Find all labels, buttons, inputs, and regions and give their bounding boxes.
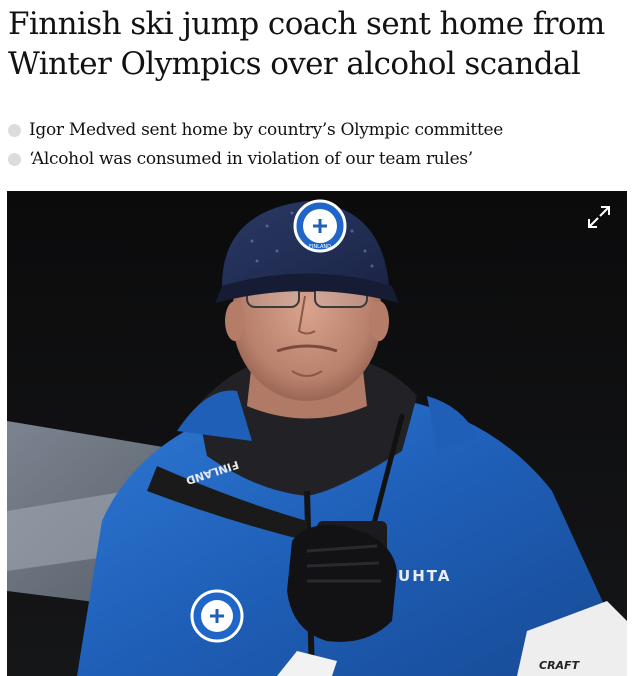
article-main-photo[interactable]: FINLAND FINLAND LUHTA CRAFT xyxy=(7,191,627,676)
photo-illustration: FINLAND FINLAND LUHTA CRAFT xyxy=(7,191,627,676)
standfirst-text: Igor Medved sent home by country’s Olymp… xyxy=(29,120,503,140)
article-headline: Finnish ski jump coach sent home from Wi… xyxy=(8,6,605,82)
standfirst-text: ‘Alcohol was consumed in violation of ou… xyxy=(29,149,473,169)
bullet-dot-icon xyxy=(8,124,21,137)
bullet-dot-icon xyxy=(8,153,21,166)
craft-logo-text: CRAFT xyxy=(539,659,581,672)
expand-arrows-icon[interactable] xyxy=(585,203,613,231)
standfirst-list: Igor Medved sent home by country’s Olymp… xyxy=(8,116,633,174)
standfirst-item: Igor Medved sent home by country’s Olymp… xyxy=(8,116,633,145)
cap-badge-text: FINLAND xyxy=(309,244,331,250)
standfirst-item: ‘Alcohol was consumed in violation of ou… xyxy=(8,145,633,174)
